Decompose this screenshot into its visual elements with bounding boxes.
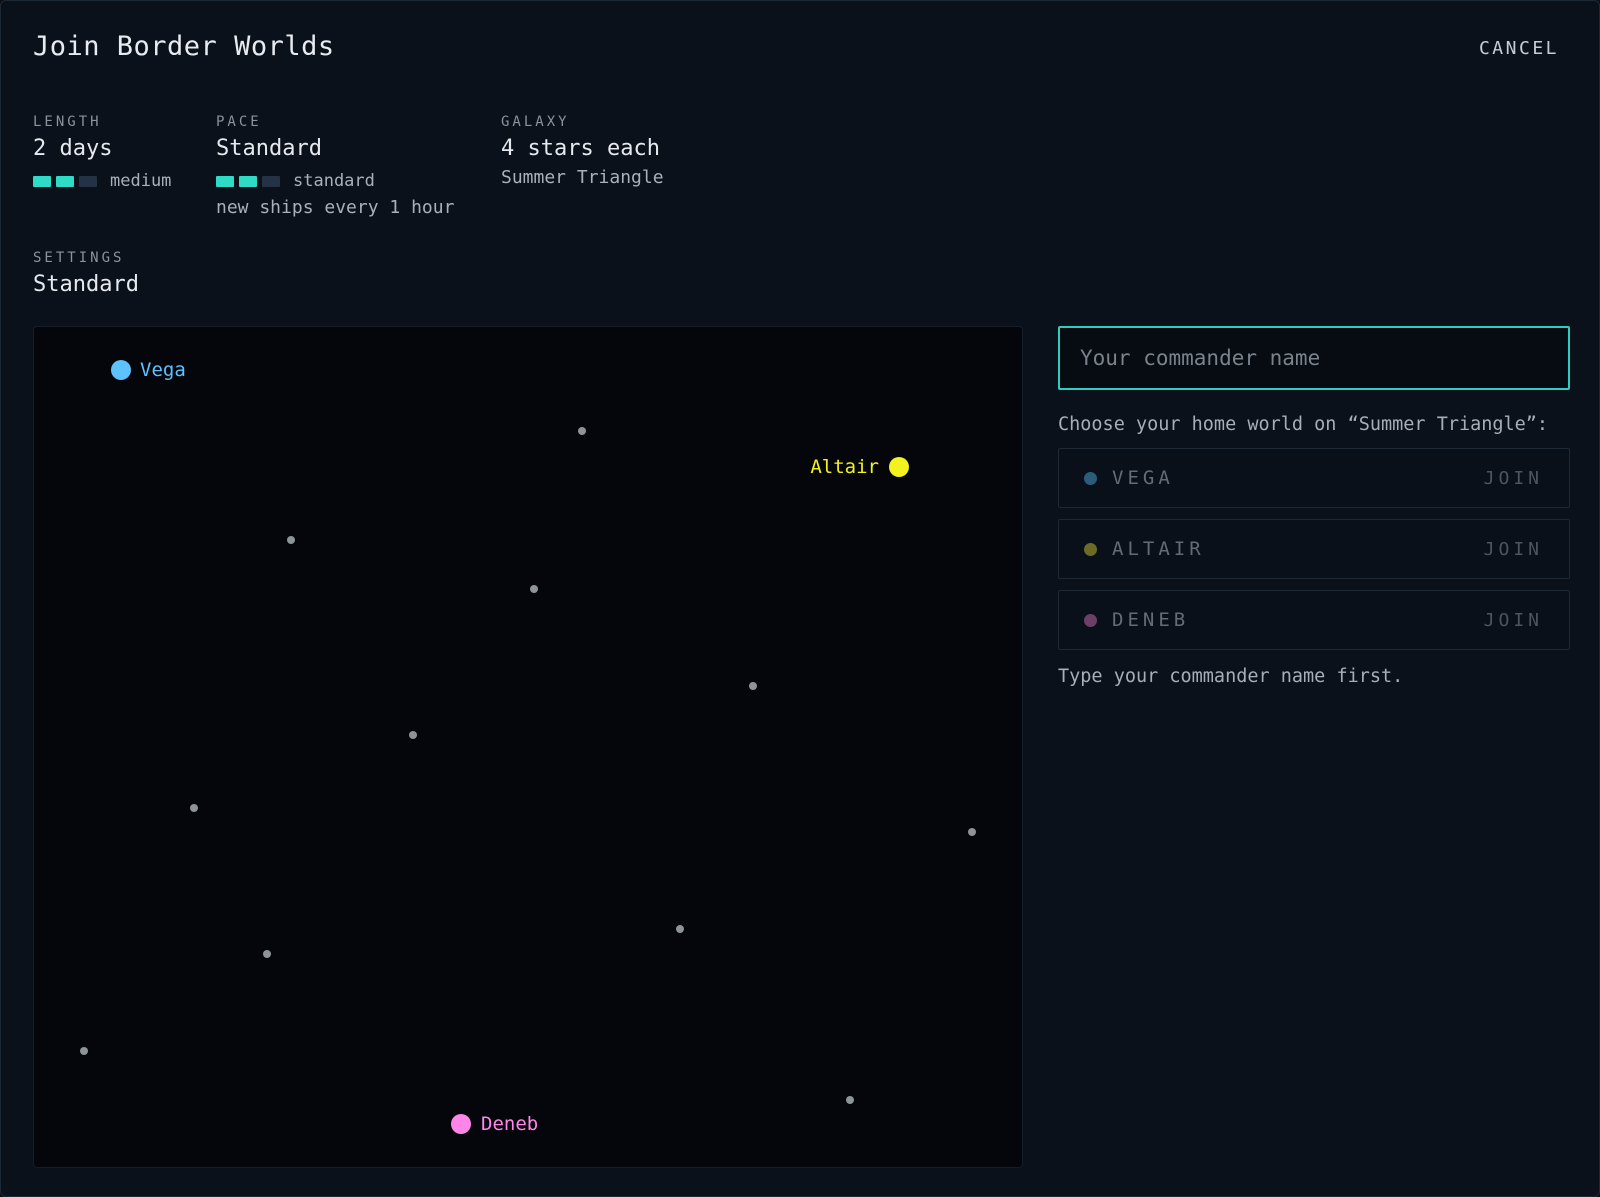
neutral-star[interactable] [749,682,757,690]
galaxy-map[interactable]: Vega Altair Deneb [33,326,1023,1168]
length-meter-segment [79,175,97,187]
neutral-star[interactable] [190,804,198,812]
pace-label: PACE [216,114,262,130]
pace-meter: standard [216,171,454,191]
cancel-button[interactable]: CANCEL [1479,38,1559,59]
pace-note: new ships every 1 hour [216,197,455,218]
home-star-label-altair: Altair [810,456,879,478]
neutral-star[interactable] [287,536,295,544]
neutral-star[interactable] [530,585,538,593]
length-label: LENGTH [33,114,102,130]
join-button-vega[interactable]: JOIN [1484,468,1543,489]
world-dot-vega [1084,471,1097,485]
length-value: 2 days [33,136,113,161]
join-dialog: Join Border Worlds CANCEL LENGTH 2 days … [0,0,1600,1197]
join-button-deneb[interactable]: JOIN [1484,610,1543,631]
home-star-deneb[interactable] [451,1114,471,1134]
neutral-star[interactable] [409,731,417,739]
galaxy-name: Summer Triangle [501,167,664,188]
settings-label: SETTINGS [33,250,125,266]
name-required-hint: Type your commander name first. [1058,666,1404,687]
neutral-star[interactable] [676,925,684,933]
dialog-title: Join Border Worlds [33,31,335,62]
pace-stat: PACE Standard standard new ships every 1… [216,114,454,218]
neutral-star[interactable] [263,950,271,958]
neutral-star[interactable] [578,427,586,435]
commander-name-input[interactable] [1058,326,1570,390]
world-option-altair[interactable]: ALTAIR JOIN [1058,519,1570,579]
neutral-star[interactable] [80,1047,88,1055]
length-stat: LENGTH 2 days medium [33,114,171,191]
length-meter: medium [33,171,171,191]
pace-meter-segment [262,175,280,187]
world-option-deneb[interactable]: DENEB JOIN [1058,590,1570,650]
galaxy-label: GALAXY [501,114,570,130]
pace-meter-text: standard [293,171,375,191]
galaxy-value: 4 stars each [501,136,660,161]
world-name: DENEB [1112,609,1190,631]
pace-meter-segment [216,175,234,187]
join-button-altair[interactable]: JOIN [1484,539,1543,560]
world-dot-deneb [1084,613,1097,627]
home-star-vega[interactable] [111,360,131,380]
settings-value: Standard [33,272,139,297]
world-name: ALTAIR [1112,538,1205,560]
neutral-star[interactable] [846,1096,854,1104]
choose-home-world-text: Choose your home world on “Summer Triang… [1058,414,1549,435]
world-option-vega[interactable]: VEGA JOIN [1058,448,1570,508]
neutral-star[interactable] [968,828,976,836]
world-dot-altair [1084,542,1097,556]
home-star-label-deneb: Deneb [481,1113,539,1135]
length-meter-segment [33,175,51,187]
world-name: VEGA [1112,467,1174,489]
pace-value: Standard [216,136,322,161]
length-meter-segment [56,175,74,187]
pace-meter-segment [239,175,257,187]
home-star-label-vega: Vega [140,359,186,381]
length-meter-text: medium [110,171,172,191]
galaxy-stat: GALAXY 4 stars each Summer Triangle [501,114,664,188]
settings-stat: SETTINGS Standard [33,250,139,297]
home-star-altair[interactable] [889,457,909,477]
